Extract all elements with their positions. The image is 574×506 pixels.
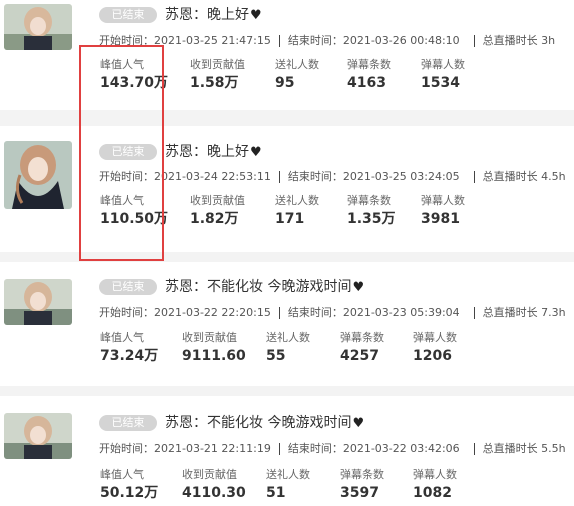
- danmaku-count-label: 弹幕条数: [347, 58, 391, 71]
- stream-thumbnail[interactable]: [4, 279, 72, 325]
- danmaku-users-value: 1082: [413, 485, 452, 501]
- stream-timeline: 开始时间：2021-03-24 22:53:11 结束时间：2021-03-25 …: [99, 170, 566, 183]
- contribution-value: 9111.60: [182, 348, 246, 364]
- gifters-label: 送礼人数: [275, 194, 319, 207]
- danmaku-users-value: 1206: [413, 348, 452, 364]
- stream-thumbnail[interactable]: [4, 413, 72, 459]
- stream-title[interactable]: 苏恩：不能化妆 今晚游戏时间♥: [165, 278, 364, 297]
- status-badge: 已结束: [99, 7, 157, 23]
- danmaku-users-value: 3981: [421, 211, 460, 227]
- contribution-label: 收到贡献值: [190, 194, 245, 207]
- danmaku-count-value: 1.35万: [347, 211, 396, 227]
- contribution-label: 收到贡献值: [190, 58, 245, 71]
- danmaku-count-value: 4257: [340, 348, 379, 364]
- stream-timeline: 开始时间：2021-03-25 21:47:15 结束时间：2021-03-26 …: [99, 34, 556, 47]
- gifters-label: 送礼人数: [275, 58, 319, 71]
- stream-title[interactable]: 苏恩：晚上好♥: [165, 6, 262, 25]
- gifters-value: 95: [275, 75, 295, 91]
- heart-icon: ♥: [250, 145, 262, 160]
- status-badge: 已结束: [99, 415, 157, 431]
- status-badge: 已结束: [99, 279, 157, 295]
- danmaku-users-label: 弹幕人数: [421, 194, 465, 207]
- stream-card-4[interactable]: 已结束 苏恩：不能化妆 今晚游戏时间♥ 开始时间：2021-03-21 22:1…: [0, 396, 574, 506]
- danmaku-users-label: 弹幕人数: [413, 331, 457, 344]
- peak-label: 峰值人气: [100, 468, 144, 481]
- danmaku-count-label: 弹幕条数: [347, 194, 391, 207]
- stream-title[interactable]: 苏恩：晚上好♥: [165, 143, 262, 162]
- gifters-label: 送礼人数: [266, 331, 310, 344]
- danmaku-count-label: 弹幕条数: [340, 468, 384, 481]
- contribution-value: 1.82万: [190, 211, 239, 227]
- gifters-label: 送礼人数: [266, 468, 310, 481]
- danmaku-count-label: 弹幕条数: [340, 331, 384, 344]
- heart-icon: ♥: [352, 416, 365, 431]
- contribution-value: 4110.30: [182, 485, 246, 501]
- gifters-value: 55: [266, 348, 286, 364]
- danmaku-count-value: 3597: [340, 485, 379, 501]
- peak-value: 50.12万: [100, 485, 159, 501]
- stream-thumbnail[interactable]: [4, 4, 72, 50]
- stream-thumbnail[interactable]: [4, 141, 72, 209]
- peak-label: 峰值人气: [100, 331, 144, 344]
- danmaku-users-value: 1534: [421, 75, 460, 91]
- heart-icon: ♥: [352, 280, 365, 295]
- stream-title[interactable]: 苏恩：不能化妆 今晚游戏时间♥: [165, 414, 364, 433]
- heart-icon: ♥: [250, 8, 262, 23]
- danmaku-count-value: 4163: [347, 75, 386, 91]
- gifters-value: 51: [266, 485, 286, 501]
- peak-value: 73.24万: [100, 348, 159, 364]
- danmaku-users-label: 弹幕人数: [413, 468, 457, 481]
- highlight-box: [79, 45, 164, 261]
- danmaku-users-label: 弹幕人数: [421, 58, 465, 71]
- stream-card-3[interactable]: 已结束 苏恩：不能化妆 今晚游戏时间♥ 开始时间：2021-03-22 22:2…: [0, 262, 574, 386]
- gifters-value: 171: [275, 211, 305, 227]
- contribution-value: 1.58万: [190, 75, 239, 91]
- stream-timeline: 开始时间：2021-03-21 22:11:19 结束时间：2021-03-22 …: [99, 442, 566, 455]
- contribution-label: 收到贡献值: [182, 468, 237, 481]
- contribution-label: 收到贡献值: [182, 331, 237, 344]
- stream-timeline: 开始时间：2021-03-22 22:20:15 结束时间：2021-03-23 …: [99, 306, 566, 319]
